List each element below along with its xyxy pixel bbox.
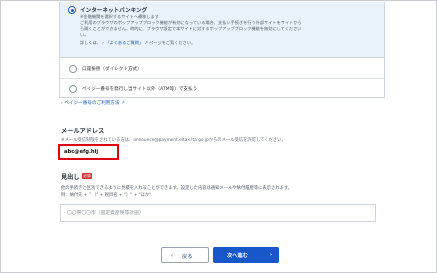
email-note: ※メール受信制限をされている方は、announce@payment.eltax.…: [61, 138, 286, 143]
external-link-icon: ↗: [120, 101, 125, 106]
payment-method-panel: インターネットバンキング ※金融機関を選択するサイトへ遷移します ご利用のブラウ…: [59, 2, 385, 98]
netbanking-label: インターネットバンキング: [80, 8, 148, 14]
external-link-icon: ↗: [144, 40, 148, 45]
faq-link[interactable]: 「よくあるご質問」: [105, 40, 143, 45]
heading-input[interactable]: [60, 204, 376, 222]
chevron-left-icon: ‹: [171, 252, 173, 259]
payment-option-payeasy[interactable]: ペイジー番号を発行し当サイト以外（ATM等）で支払う: [60, 79, 384, 99]
payeasy-usage-link-label: ペイジー番号のご利用方法: [64, 101, 120, 106]
email-field-highlight[interactable]: abc@efg.hij: [58, 144, 119, 160]
netbanking-note-popup-3: い。: [80, 32, 89, 37]
chevron-right-icon: ›: [61, 101, 63, 106]
payeasy-radio[interactable]: [69, 85, 77, 93]
back-button[interactable]: ‹ 戻る: [161, 247, 209, 263]
heading-note: 他の手続きと区別できるように見積を入れることができます。設定した内容は通知メール…: [61, 186, 293, 191]
email-value: abc@efg.hij: [64, 149, 99, 155]
faq-prefix: 詳しくは、: [80, 40, 101, 45]
email-section-title: メールアドレス: [61, 128, 105, 135]
heading-example: 例：納付先 + " （" + 税目名 + "）" + "ほか": [61, 193, 152, 198]
netbanking-radio[interactable]: [68, 6, 76, 14]
page-frame: インターネットバンキング ※金融機関を選択するサイトへ遷移します ご利用のブラウ…: [0, 0, 437, 273]
payeasy-usage-link[interactable]: › ペイジー番号のご利用方法 ↗: [61, 100, 125, 106]
payment-option-netbanking[interactable]: インターネットバンキング ※金融機関を選択するサイトへ遷移します ご利用のブラウ…: [60, 2, 384, 58]
payeasy-label: ペイジー番号を発行し当サイト以外（ATM等）で支払う: [82, 87, 198, 92]
chevron-right-icon: ›: [269, 251, 272, 258]
account-transfer-label: 口座振替（ダイレクト方式）: [82, 67, 142, 72]
faq-suffix: ページをご覧ください。: [149, 40, 196, 45]
netbanking-faq-line: 詳しくは、 › 「よくあるご質問」 ↗ ページをご覧ください。: [80, 40, 195, 46]
heading-section-title: 見出し: [61, 174, 80, 181]
required-badge: 必須: [82, 173, 92, 179]
netbanking-note-popup-2: ら開くことができません。時的に、ブラウザ設定で本サイトに対するポップアップブロッ…: [80, 26, 302, 31]
next-button-label: 次へ進む: [227, 253, 248, 259]
account-transfer-radio[interactable]: [69, 65, 77, 73]
faq-link-chevron-icon: ›: [102, 40, 104, 45]
next-button[interactable]: 次へ進む ›: [213, 247, 279, 263]
payment-option-account-transfer[interactable]: 口座振替（ダイレクト方式）: [60, 59, 384, 79]
back-button-label: 戻る: [182, 254, 193, 260]
